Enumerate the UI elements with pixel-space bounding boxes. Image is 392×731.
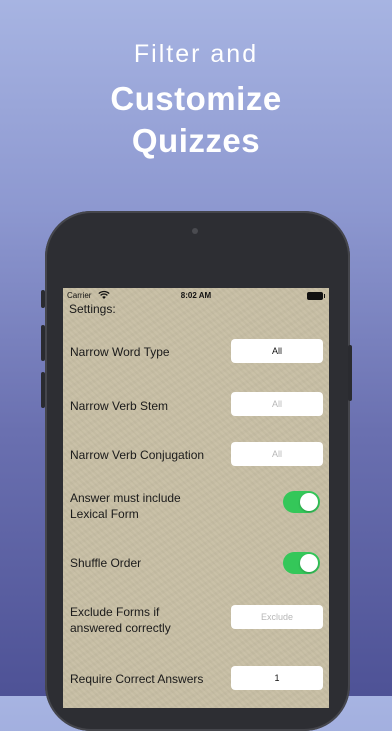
answer-lexical-toggle[interactable] bbox=[283, 491, 320, 513]
battery-icon bbox=[307, 292, 325, 300]
headline-title-line1: Customize bbox=[110, 80, 282, 117]
toggle-knob bbox=[300, 493, 318, 511]
exclude-forms-label: Exclude Forms if answered correctly bbox=[70, 604, 171, 636]
narrow-verb-stem-field[interactable]: All bbox=[231, 392, 323, 416]
phone-mute-switch bbox=[41, 290, 45, 308]
narrow-verb-conjugation-field[interactable]: All bbox=[231, 442, 323, 466]
exclude-forms-label-line1: Exclude Forms if bbox=[70, 605, 160, 619]
narrow-verb-stem-label: Narrow Verb Stem bbox=[70, 399, 169, 413]
status-time: 8:02 AM bbox=[180, 291, 212, 300]
answer-lexical-label: Answer must include Lexical Form bbox=[70, 490, 181, 522]
exclude-forms-field[interactable]: Exclude bbox=[231, 605, 323, 629]
headline-title-line2: Quizzes bbox=[131, 122, 261, 159]
shuffle-order-toggle[interactable] bbox=[283, 552, 320, 574]
toggle-knob bbox=[300, 554, 318, 572]
phone-volume-up bbox=[41, 325, 45, 361]
settings-heading: Settings: bbox=[69, 302, 116, 316]
answer-lexical-label-line1: Answer must include bbox=[70, 491, 181, 505]
headline-title: Customize Quizzes bbox=[0, 78, 392, 162]
headline-subtitle: Filter and bbox=[133, 40, 259, 68]
phone-power-button bbox=[348, 345, 352, 401]
answer-lexical-label-line2: Lexical Form bbox=[70, 507, 139, 521]
narrow-verb-conjugation-label: Narrow Verb Conjugation bbox=[70, 448, 205, 462]
narrow-word-type-field[interactable]: All bbox=[231, 339, 323, 363]
phone-camera bbox=[192, 228, 198, 234]
require-correct-label: Require Correct Answers bbox=[70, 672, 204, 686]
shuffle-order-label: Shuffle Order bbox=[70, 556, 142, 570]
phone-volume-down bbox=[41, 372, 45, 408]
exclude-forms-label-line2: answered correctly bbox=[70, 621, 171, 635]
app-screen: Carrier 8:02 AM Settings: Narrow Word Ty… bbox=[63, 288, 329, 708]
narrow-word-type-label: Narrow Word Type bbox=[70, 345, 170, 359]
require-correct-field[interactable]: 1 bbox=[231, 666, 323, 690]
